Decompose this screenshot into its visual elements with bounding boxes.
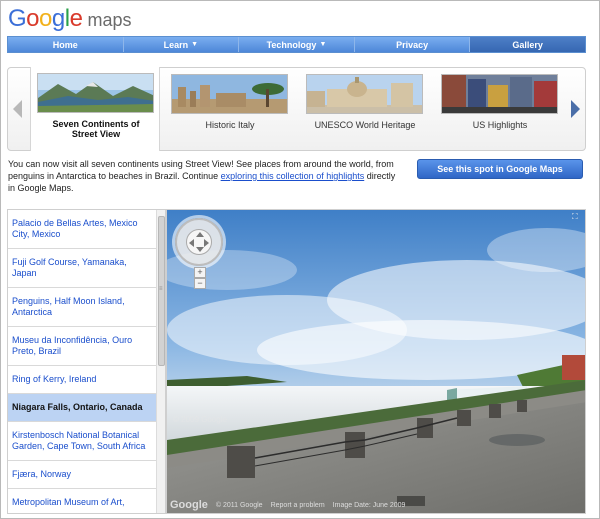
nav-home[interactable]: Home <box>8 37 124 52</box>
collection-label: Historic Italy <box>205 120 255 130</box>
explore-collection-link[interactable]: exploring this collection of highlights <box>221 171 365 181</box>
report-problem-link[interactable]: Report a problem <box>271 502 325 509</box>
thumbnail-roman-ruins <box>171 74 288 114</box>
location-list-item[interactable]: Fuji Golf Course, Yamanaka, Japan <box>8 249 156 288</box>
copyright-text: © 2011 Google <box>215 501 263 509</box>
google-wordmark: Google <box>8 5 83 32</box>
grip-icon: ≡ <box>159 286 163 292</box>
collection-carousel: Seven Continents of Street View Historic… <box>7 67 586 151</box>
page-frame: Google maps Home Learn ▼ Technology ▼ Priv… <box>0 0 600 519</box>
image-watermark: © 2009 Google <box>173 415 227 424</box>
street-view-footer: Google © 2011 Google Report a problem Im… <box>170 499 413 511</box>
nav-privacy[interactable]: Privacy <box>355 37 471 52</box>
collection-label: UNESCO World Heritage <box>314 120 416 130</box>
google-maps-logo[interactable]: Google maps <box>8 5 131 33</box>
nav-gallery[interactable]: Gallery <box>470 37 585 52</box>
thumbnail-mountains-lake <box>37 73 154 113</box>
niagara-falls-image <box>167 210 585 513</box>
location-list-item[interactable]: Metropolitan Museum of Art, <box>8 489 156 513</box>
pan-left-arrow-icon[interactable] <box>189 239 194 247</box>
location-list: Palacio de Bellas Artes, Mexico City, Me… <box>7 209 166 514</box>
nav-learn-label: Learn <box>163 39 189 50</box>
location-list-item[interactable]: Museu da Inconfidência, Ouro Preto, Braz… <box>8 327 156 366</box>
nav-privacy-label: Privacy <box>396 39 429 50</box>
chevron-down-icon: ▼ <box>191 41 199 48</box>
location-list-item[interactable]: Penguins, Half Moon Island, Antarctica <box>8 288 156 327</box>
collection-label: Seven Continents of Street View <box>52 119 140 139</box>
zoom-control: + − <box>194 267 206 289</box>
street-view-panorama[interactable]: + − ⛶ © 2009 Google Google © 2011 Google… <box>166 209 586 514</box>
location-list-item[interactable]: Kirstenbosch National Botanical Garden, … <box>8 422 156 461</box>
pan-down-arrow-icon[interactable] <box>196 247 204 252</box>
nav-home-label: Home <box>52 39 78 50</box>
thumbnail-city-street <box>441 74 558 114</box>
pan-control[interactable] <box>175 218 223 266</box>
collection-us-highlights[interactable]: US Highlights <box>435 68 565 150</box>
location-list-item[interactable]: Palacio de Bellas Artes, Mexico City, Me… <box>8 210 156 249</box>
google-logo: Google <box>170 499 208 511</box>
zoom-out-button[interactable]: − <box>194 278 206 289</box>
location-list-item[interactable]: Ring of Kerry, Ireland <box>8 366 156 394</box>
list-scrollbar[interactable]: ≡ <box>156 210 165 513</box>
pan-up-arrow-icon[interactable] <box>196 232 204 237</box>
collection-unesco[interactable]: UNESCO World Heritage <box>300 68 430 150</box>
nav-technology[interactable]: Technology ▼ <box>239 37 355 52</box>
nav-technology-label: Technology <box>266 39 317 50</box>
intro-text: You can now visit all seven continents u… <box>8 158 403 194</box>
collection-historic-italy[interactable]: Historic Italy <box>165 68 295 150</box>
collection-label: US Highlights <box>472 120 528 130</box>
main-nav: Home Learn ▼ Technology ▼ Privacy Gallery <box>7 36 586 53</box>
carousel-next-arrow-icon[interactable] <box>571 100 580 118</box>
nav-gallery-label: Gallery <box>512 39 543 50</box>
nav-learn[interactable]: Learn ▼ <box>124 37 240 52</box>
carousel-prev-arrow-icon[interactable] <box>13 100 22 118</box>
location-list-item[interactable]: Fjæra, Norway <box>8 461 156 489</box>
maps-wordmark: maps <box>87 10 132 30</box>
fullscreen-icon[interactable]: ⛶ <box>572 213 581 222</box>
image-date-text: Image Date: June 2009 <box>332 501 406 509</box>
thumbnail-cathedral <box>306 74 423 114</box>
location-list-item[interactable]: Niagara Falls, Ontario, Canada <box>8 394 156 422</box>
zoom-in-button[interactable]: + <box>194 267 206 278</box>
chevron-down-icon: ▼ <box>319 41 327 48</box>
pan-right-arrow-icon[interactable] <box>204 239 209 247</box>
collection-seven-continents[interactable]: Seven Continents of Street View <box>30 67 160 151</box>
see-in-maps-button[interactable]: See this spot in Google Maps <box>417 159 583 179</box>
